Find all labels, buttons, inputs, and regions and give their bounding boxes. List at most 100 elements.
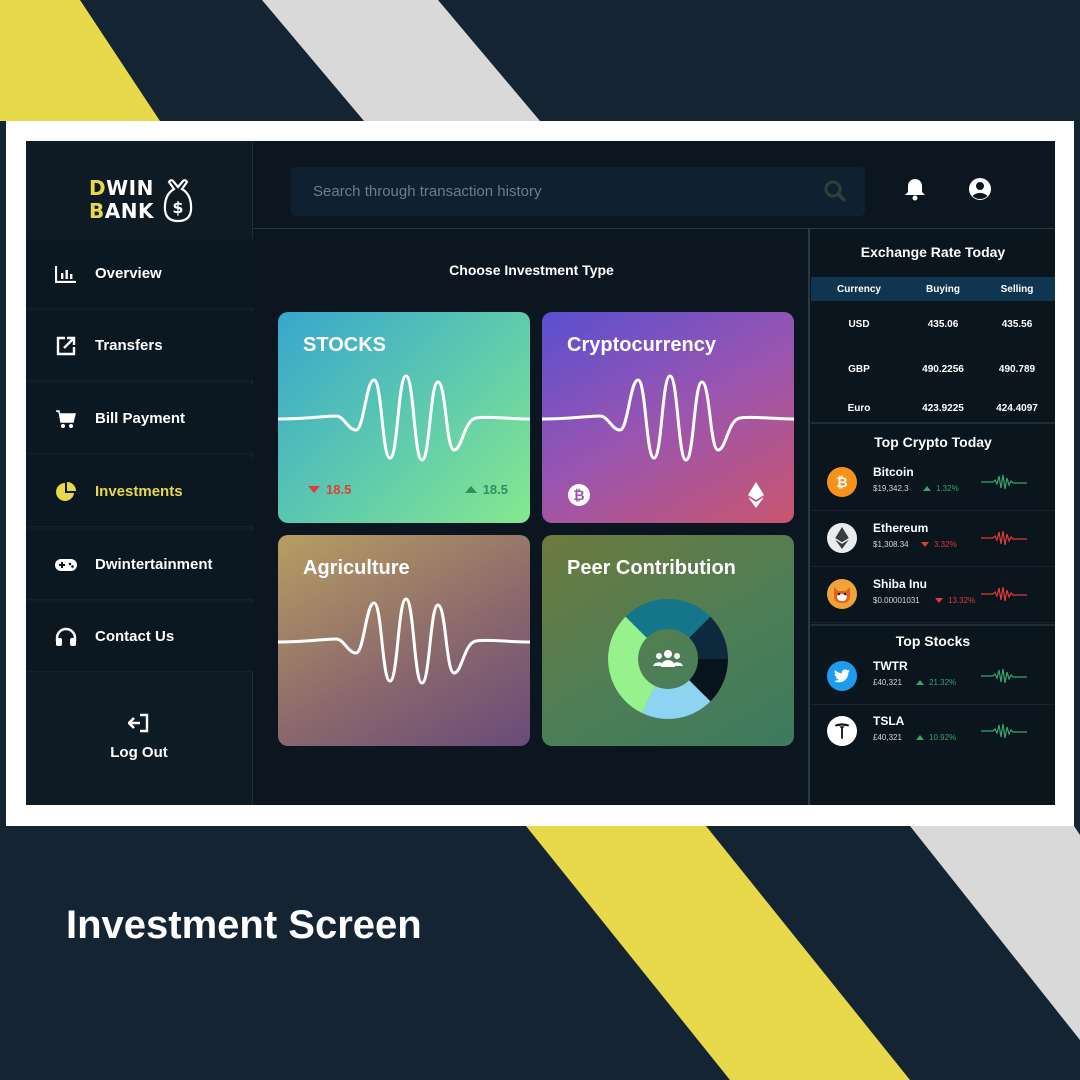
coin-price: $0.00001031: [873, 596, 920, 605]
stock-name: TWTR: [873, 659, 908, 673]
screen-caption: Investment Screen: [66, 903, 422, 947]
table-row: USD 435.06 435.56: [848, 318, 1033, 330]
sidebar-item-dwintertainment[interactable]: Dwintertainment: [26, 530, 253, 600]
svg-text:$: $: [172, 198, 183, 217]
list-item-tsla[interactable]: TSLA £40,321 10.92%: [811, 704, 1055, 760]
list-item-twtr[interactable]: TWTR £40,321 21.32%: [811, 649, 1055, 705]
sidebar: DWIN BANK $ Overview Transfers Bill Paym…: [26, 141, 253, 805]
card-title: Agriculture: [303, 557, 410, 579]
shiba-icon: [827, 579, 857, 609]
stocks-down-stat: 18.5: [308, 482, 351, 497]
sidebar-item-label: Dwintertainment: [95, 556, 213, 573]
col-selling-header: Selling: [1000, 283, 1034, 295]
top-stocks-title: Top Stocks: [895, 633, 971, 649]
ethereum-icon: [827, 523, 857, 553]
sparkline-graphic: [981, 668, 1027, 684]
stocks-up-stat: 18.5: [464, 482, 508, 497]
stock-name: TSLA: [873, 714, 905, 728]
wave-graphic: [278, 597, 530, 685]
sidebar-item-label: Bill Payment: [95, 410, 186, 427]
external-link-icon: [54, 334, 78, 358]
exchange-table-header: Currency Buying Selling: [811, 277, 1055, 301]
coin-name: Ethereum: [873, 521, 929, 535]
sparkline-graphic: [981, 723, 1027, 739]
brand-logo: DWIN BANK $: [89, 177, 199, 227]
sidebar-item-transfers[interactable]: Transfers: [26, 311, 253, 381]
bitcoin-icon: ₿: [568, 484, 590, 506]
wave-graphic: [278, 374, 530, 462]
top-crypto-title: Top Crypto Today: [874, 434, 992, 450]
coin-change: 13.32%: [935, 596, 975, 605]
sidebar-item-label: Contact Us: [95, 628, 175, 645]
col-currency-header: Currency: [837, 283, 881, 295]
card-title: Cryptocurrency: [567, 334, 716, 356]
app-window: DWIN BANK $ Overview Transfers Bill Paym…: [26, 141, 1055, 805]
main-title: Choose Investment Type: [449, 262, 614, 278]
peer-contribution-card[interactable]: Peer Contribution: [542, 535, 794, 746]
sidebar-item-investments[interactable]: Investments: [26, 457, 253, 527]
svg-text:₿: ₿: [836, 475, 847, 491]
tesla-icon: [827, 716, 857, 746]
section-divider: [811, 422, 1055, 424]
down-arrow-icon: [921, 542, 929, 547]
sparkline-graphic: [981, 530, 1027, 546]
col-buying-header: Buying: [926, 283, 960, 295]
agriculture-card[interactable]: Agriculture: [278, 535, 530, 746]
right-panel: Exchange Rate Today Currency Buying Sell…: [811, 229, 1055, 805]
sidebar-item-contact-us[interactable]: Contact Us: [26, 602, 253, 672]
bell-icon[interactable]: [904, 177, 926, 201]
logout-icon: [127, 713, 149, 733]
search-icon[interactable]: [823, 179, 847, 203]
bar-chart-icon: [54, 262, 78, 286]
up-arrow-icon: [464, 486, 477, 493]
money-bag-icon: $: [163, 179, 193, 223]
ethereum-icon: [748, 482, 764, 508]
section-divider: [811, 624, 1055, 626]
panel-divider: [808, 229, 810, 805]
bitcoin-icon: ₿: [827, 467, 857, 497]
pie-chart-icon: [54, 480, 78, 504]
wave-graphic: [542, 374, 794, 462]
coin-change: 3.32%: [921, 540, 957, 549]
coin-name: Bitcoin: [873, 465, 914, 479]
cart-icon: [54, 407, 78, 431]
card-title: STOCKS: [303, 334, 386, 356]
gamepad-icon: [54, 553, 78, 577]
coin-name: Shiba Inu: [873, 577, 927, 591]
up-arrow-icon: [923, 486, 931, 491]
list-item-shiba-inu[interactable]: Shiba Inu $0.00001031 13.32%: [811, 567, 1055, 623]
list-item-bitcoin[interactable]: ₿ Bitcoin $19,342.3 1.32%: [811, 455, 1055, 511]
logout-label: Log Out: [110, 744, 168, 761]
search-input[interactable]: [313, 183, 793, 200]
sparkline-graphic: [981, 474, 1027, 490]
coin-price: $1,308.34: [873, 540, 909, 549]
twitter-icon: [827, 661, 857, 691]
down-arrow-icon: [935, 598, 943, 603]
stock-change: 10.92%: [916, 733, 956, 742]
stock-change: 21.32%: [916, 678, 956, 687]
card-title: Peer Contribution: [567, 557, 736, 579]
sidebar-item-bill-payment[interactable]: Bill Payment: [26, 384, 253, 454]
search-bar: [291, 167, 865, 216]
sidebar-item-overview[interactable]: Overview: [26, 239, 253, 309]
sidebar-item-label: Transfers: [95, 337, 163, 354]
coin-price: $19,342.3: [873, 484, 909, 493]
up-arrow-icon: [916, 735, 924, 740]
group-icon: [653, 650, 683, 667]
cryptocurrency-card[interactable]: Cryptocurrency ₿: [542, 312, 794, 523]
logout-button[interactable]: Log Out: [104, 713, 174, 761]
down-arrow-icon: [308, 486, 320, 493]
sidebar-item-label: Investments: [95, 483, 183, 500]
stock-price: £40,321: [873, 678, 902, 687]
stocks-card[interactable]: STOCKS 18.5 18.5: [278, 312, 530, 523]
list-item-ethereum[interactable]: Ethereum $1,308.34 3.32%: [811, 511, 1055, 567]
user-avatar-icon[interactable]: [968, 177, 992, 201]
headphones-icon: [54, 625, 78, 649]
stock-price: £40,321: [873, 733, 902, 742]
table-row: Euro 423.9225 424.4097: [847, 402, 1038, 414]
table-row: GBP 490.2256 490.789: [848, 363, 1036, 375]
up-arrow-icon: [916, 680, 924, 685]
sparkline-graphic: [981, 586, 1027, 602]
coin-change: 1.32%: [923, 484, 959, 493]
exchange-rate-title: Exchange Rate Today: [860, 244, 1006, 260]
